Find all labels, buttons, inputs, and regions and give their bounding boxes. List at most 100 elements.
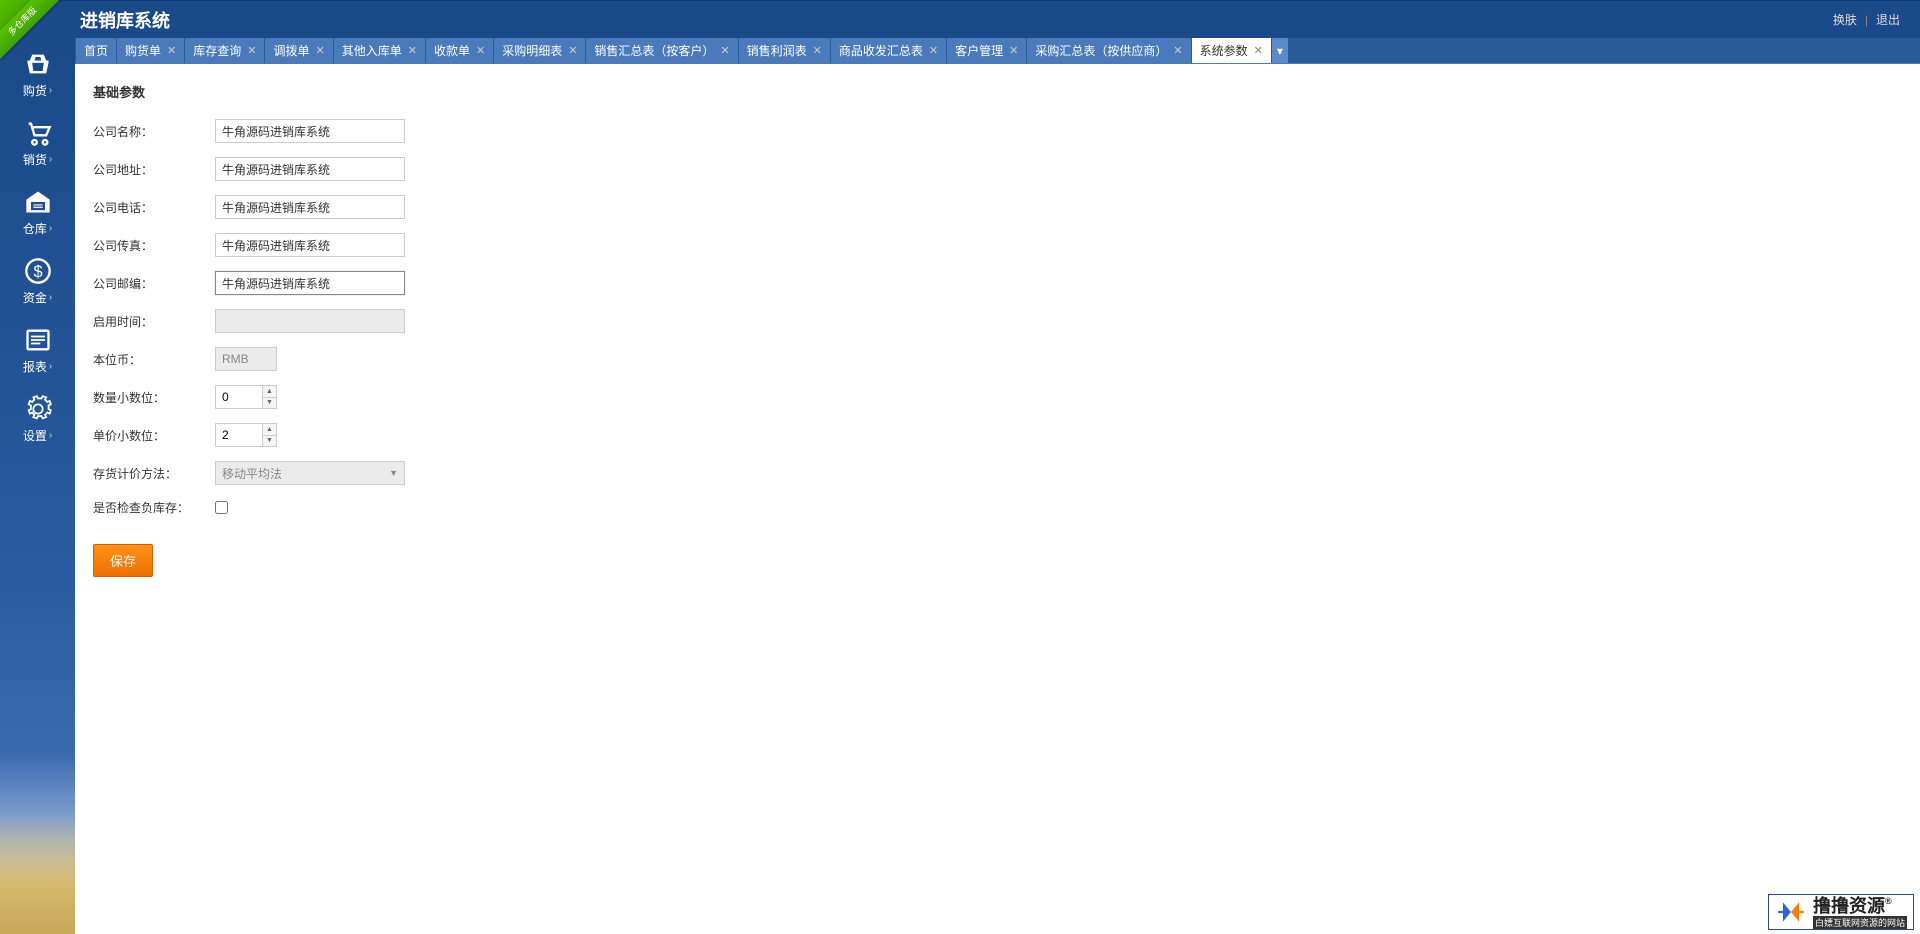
tab-label: 库存查询 xyxy=(193,42,241,59)
tab-label: 系统参数 xyxy=(1200,42,1248,59)
chevron-right-icon: › xyxy=(49,223,52,234)
price-decimal-input[interactable] xyxy=(216,424,262,446)
tab-label: 购货单 xyxy=(125,42,161,59)
sidebar-item-label: 销货 xyxy=(23,151,47,168)
close-icon[interactable]: ✕ xyxy=(1009,44,1018,57)
close-icon[interactable]: ✕ xyxy=(316,44,325,57)
label-qty-dec: 数量小数位： xyxy=(93,389,215,406)
tab-9[interactable]: 商品收发汇总表 ✕ xyxy=(831,38,947,63)
close-icon[interactable]: ✕ xyxy=(813,44,822,57)
corner-badge: 多仓库版 xyxy=(0,0,60,60)
tab-5[interactable]: 收款单 ✕ xyxy=(426,38,494,63)
chevron-right-icon: › xyxy=(49,85,52,96)
tab-8[interactable]: 销售利润表 ✕ xyxy=(739,38,831,63)
label-currency: 本位币： xyxy=(93,351,215,368)
tab-label: 商品收发汇总表 xyxy=(839,42,923,59)
close-icon[interactable]: ✕ xyxy=(568,44,577,57)
tab-10[interactable]: 客户管理 ✕ xyxy=(947,38,1027,63)
label-price-dec: 单价小数位： xyxy=(93,427,215,444)
sidebar-item-funds[interactable]: $ 资金› xyxy=(0,245,75,314)
company-zip-input[interactable] xyxy=(215,271,405,295)
tab-7[interactable]: 销售汇总表（按客户） ✕ xyxy=(586,38,738,63)
company-tel-input[interactable] xyxy=(215,195,405,219)
chevron-right-icon: › xyxy=(49,361,52,372)
qty-decimal-input[interactable] xyxy=(216,386,262,408)
tab-label: 调拨单 xyxy=(273,42,309,59)
close-icon[interactable]: ✕ xyxy=(476,44,485,57)
tab-1[interactable]: 购货单 ✕ xyxy=(117,38,185,63)
house-icon xyxy=(24,188,52,216)
sidebar-item-label: 购货 xyxy=(23,82,47,99)
watermark-icon xyxy=(1775,898,1807,929)
close-icon[interactable]: ✕ xyxy=(1173,44,1182,57)
tab-label: 收款单 xyxy=(434,42,470,59)
sidebar-item-settings[interactable]: 设置› xyxy=(0,383,75,452)
spinner-up-icon[interactable]: ▲ xyxy=(263,424,276,436)
dollar-icon: $ xyxy=(24,257,52,285)
tab-0[interactable]: 首页 xyxy=(75,38,117,63)
label-check-neg: 是否检查负库存： xyxy=(93,499,215,516)
sidebar: 购货› 销货› 仓库› $ 资金› 报表› 设置› xyxy=(0,38,75,934)
tab-3[interactable]: 调拨单 ✕ xyxy=(265,38,333,63)
select-value: 移动平均法 xyxy=(222,465,282,482)
start-time-input xyxy=(215,309,405,333)
tab-label: 销售汇总表（按客户） xyxy=(594,42,714,59)
watermark-main-text: 撸撸资源 xyxy=(1813,897,1885,915)
tab-4[interactable]: 其他入库单 ✕ xyxy=(334,38,426,63)
tabbar: 首页购货单✕库存查询✕调拨单✕其他入库单✕收款单✕采购明细表✕销售汇总表（按客户… xyxy=(75,38,1920,64)
tabs-overflow-button[interactable]: ▾ xyxy=(1272,38,1288,63)
news-icon xyxy=(24,326,52,354)
company-addr-input[interactable] xyxy=(215,157,405,181)
chevron-right-icon: › xyxy=(49,430,52,441)
company-name-input[interactable] xyxy=(215,119,405,143)
close-icon[interactable]: ✕ xyxy=(167,44,176,57)
sidebar-item-warehouse[interactable]: 仓库› xyxy=(0,176,75,245)
label-company-fax: 公司传真： xyxy=(93,237,215,254)
chevron-right-icon: › xyxy=(49,154,52,165)
tab-label: 首页 xyxy=(84,42,108,59)
separator: | xyxy=(1865,13,1868,27)
sidebar-item-report[interactable]: 报表› xyxy=(0,314,75,383)
skin-link[interactable]: 换肤 xyxy=(1833,11,1857,28)
sidebar-item-label: 仓库 xyxy=(23,220,47,237)
logout-link[interactable]: 退出 xyxy=(1876,11,1900,28)
sidebar-item-label: 设置 xyxy=(23,427,47,444)
close-icon[interactable]: ✕ xyxy=(1254,44,1263,57)
company-fax-input[interactable] xyxy=(215,233,405,257)
label-company-zip: 公司邮编： xyxy=(93,275,215,292)
qty-decimal-spinner[interactable]: ▲ ▼ xyxy=(215,385,277,409)
currency-input xyxy=(215,347,277,371)
save-button[interactable]: 保存 xyxy=(93,544,153,577)
watermark-sub-text: 白嫖互联网资源的网站 xyxy=(1813,916,1907,929)
tab-label: 采购汇总表（按供应商） xyxy=(1035,42,1167,59)
section-title: 基础参数 xyxy=(93,82,1902,101)
tab-2[interactable]: 库存查询 ✕ xyxy=(185,38,265,63)
price-decimal-spinner[interactable]: ▲ ▼ xyxy=(215,423,277,447)
label-cost-method: 存货计价方法： xyxy=(93,465,215,482)
tab-label: 销售利润表 xyxy=(747,42,807,59)
close-icon[interactable]: ✕ xyxy=(408,44,417,57)
close-icon[interactable]: ✕ xyxy=(929,44,938,57)
close-icon[interactable]: ✕ xyxy=(720,44,729,57)
cart-icon xyxy=(24,119,52,147)
tab-6[interactable]: 采购明细表✕ xyxy=(494,38,586,63)
close-icon[interactable]: ✕ xyxy=(247,44,256,57)
tab-11[interactable]: 采购汇总表（按供应商） ✕ xyxy=(1027,38,1191,63)
label-company-tel: 公司电话： xyxy=(93,199,215,216)
spinner-down-icon[interactable]: ▼ xyxy=(263,436,276,447)
sidebar-item-label: 资金 xyxy=(23,289,47,306)
label-company-name: 公司名称： xyxy=(93,123,215,140)
label-company-addr: 公司地址： xyxy=(93,161,215,178)
check-negative-checkbox[interactable] xyxy=(215,501,228,514)
header-links: 换肤 | 退出 xyxy=(1833,11,1900,28)
sidebar-item-label: 报表 xyxy=(23,358,47,375)
spinner-up-icon[interactable]: ▲ xyxy=(263,386,276,398)
header: 进销库系统 换肤 | 退出 xyxy=(0,0,1920,38)
chevron-down-icon: ▼ xyxy=(389,468,398,478)
tab-label: 客户管理 xyxy=(955,42,1003,59)
spinner-down-icon[interactable]: ▼ xyxy=(263,398,276,409)
sidebar-item-sell[interactable]: 销货› xyxy=(0,107,75,176)
cost-method-select[interactable]: 移动平均法 ▼ xyxy=(215,461,405,485)
tab-12[interactable]: 系统参数 ✕ xyxy=(1192,38,1272,63)
tab-label: 其他入库单 xyxy=(342,42,402,59)
